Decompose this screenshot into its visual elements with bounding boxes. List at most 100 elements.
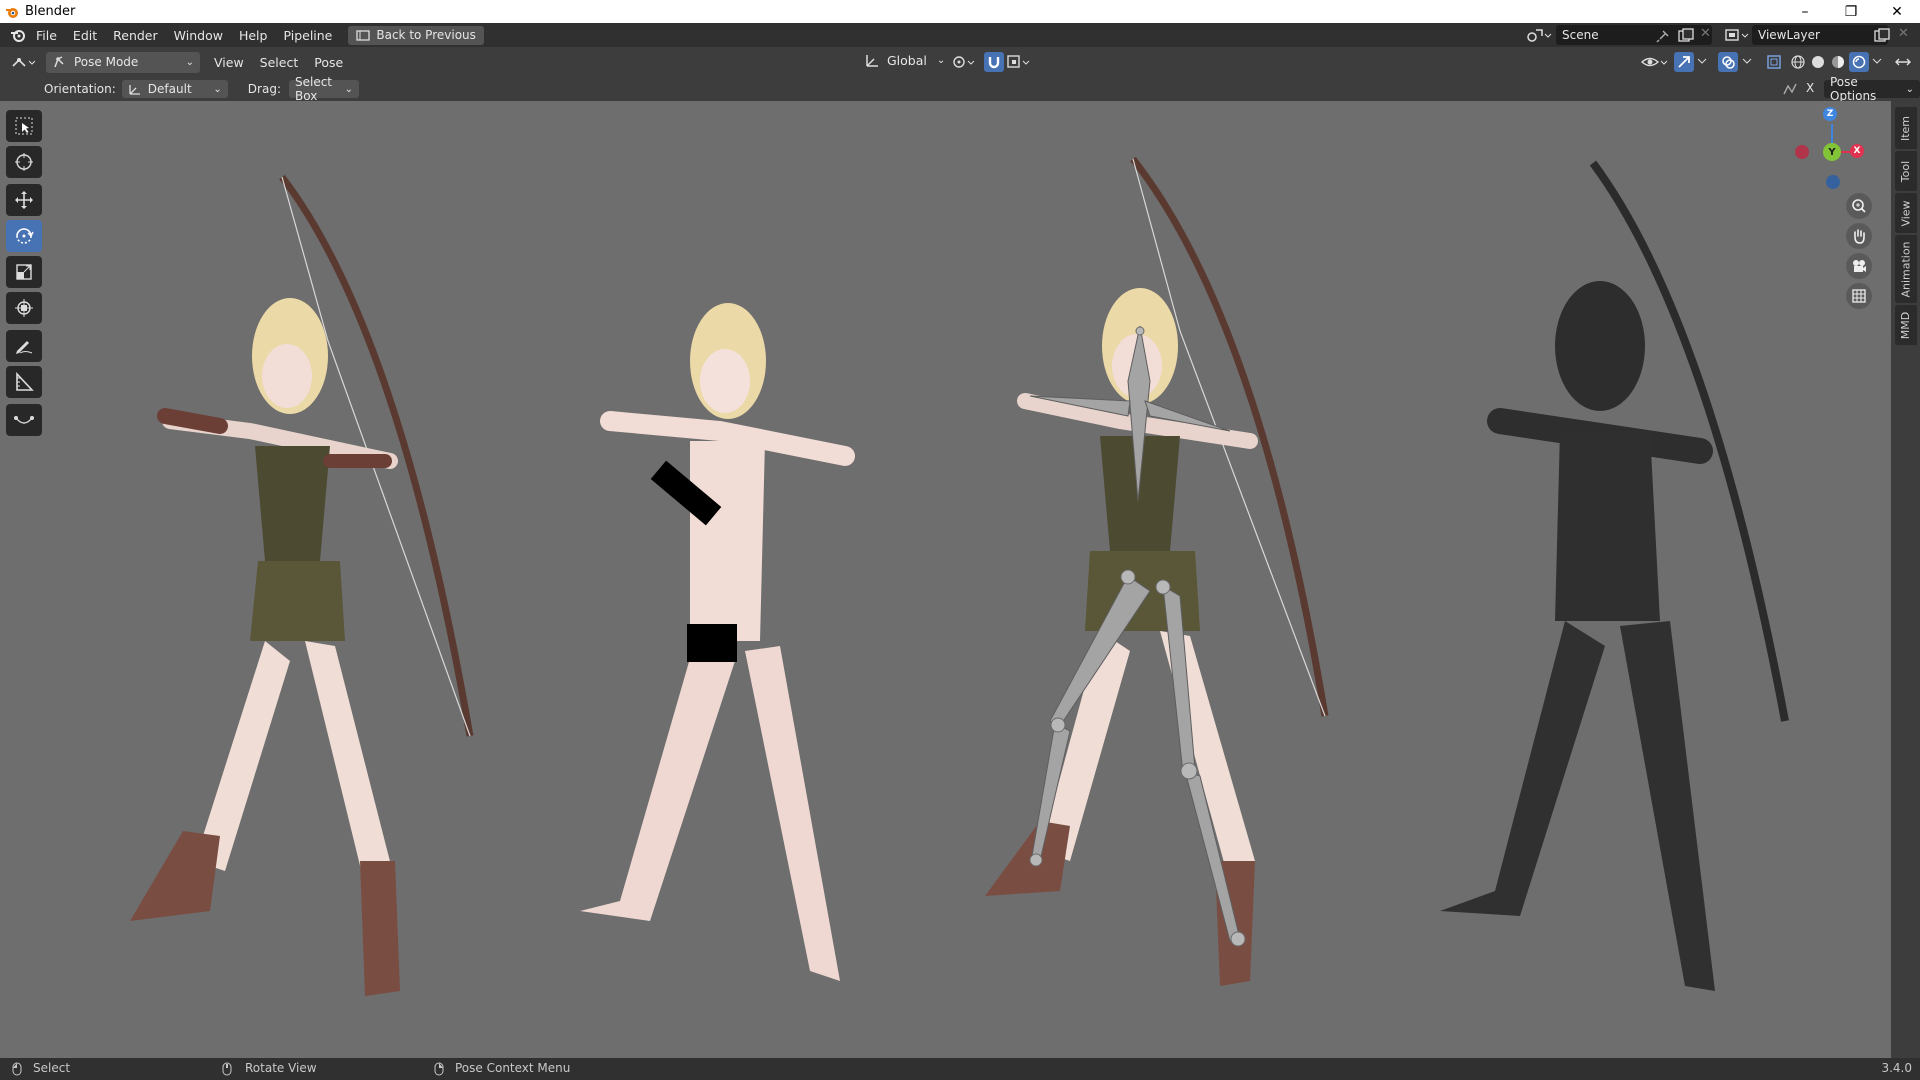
delete-scene-icon[interactable]: ✕ [1700,26,1711,41]
perspective-toggle-button[interactable] [1846,283,1872,309]
zoom-icon [1852,199,1866,213]
menu-pipeline[interactable]: Pipeline [275,28,340,43]
auto-ik-icon[interactable] [1782,82,1798,96]
menu-help[interactable]: Help [231,28,276,43]
rotate-tool[interactable] [6,220,42,252]
status-bar: Select Rotate View Pose Context Menu 3.4… [0,1058,1920,1080]
rendered-shading-toggle[interactable] [1849,52,1869,72]
character-wireframe[interactable] [1440,160,1789,991]
drag-dropdown[interactable]: Select Box ⌄ [288,75,359,103]
gizmo-y-axis[interactable]: Y [1823,143,1841,161]
blender-menu-icon[interactable] [8,27,28,43]
view-layer-selector[interactable]: ViewLayer [1752,25,1888,45]
character-archer-clothed[interactable] [130,174,474,996]
version-label: 3.4.0 [1881,1061,1912,1075]
3d-viewport[interactable]: Z Y X [0,101,1891,1058]
snap-toggle[interactable] [984,52,1004,72]
measure-tool[interactable] [6,366,42,398]
status-context-menu: Pose Context Menu [455,1061,571,1075]
menu-view[interactable]: View [206,55,252,70]
character-archer-armature[interactable] [985,156,1329,986]
tab-mmd[interactable]: MMD [1895,305,1917,345]
material-shading-icon[interactable] [1830,54,1846,70]
visibility-icon[interactable] [1640,53,1670,71]
camera-view-button[interactable] [1846,253,1872,279]
annotate-tool[interactable] [6,330,42,362]
new-scene-icon[interactable] [1678,28,1694,43]
close-window-button[interactable]: ✕ [1874,0,1920,23]
gizmo-icon [1678,56,1690,68]
menu-file[interactable]: File [28,28,65,43]
tab-item-label: Item [1899,115,1913,141]
move-icon [15,191,33,209]
snap-magnet-icon [988,57,1000,69]
drag-field-label: Drag: [247,82,281,96]
solid-shading-icon[interactable] [1810,54,1826,70]
transform-orientation-dropdown[interactable]: Global ⌄ [865,52,945,68]
move-tool[interactable] [6,184,42,216]
chevron-down-icon: ⌄ [1905,83,1914,95]
menu-render[interactable]: Render [105,28,166,43]
pose-options-dropdown[interactable]: Pose Options ⌄ [1824,75,1920,103]
mouse-left-icon [12,1062,22,1076]
menu-window[interactable]: Window [166,28,231,43]
orientation-field-label: Orientation: [44,82,116,96]
tab-view[interactable]: View [1895,193,1917,233]
select-box-tool[interactable] [6,110,42,142]
delete-view-layer-icon[interactable]: ✕ [1898,26,1909,41]
wireframe-shading-icon[interactable] [1790,54,1806,70]
mode-dropdown[interactable]: Pose Mode ⌄ [46,51,200,73]
chevron-down-icon[interactable] [1697,57,1707,65]
cursor-tool[interactable] [6,146,42,178]
orientation-dropdown[interactable]: Default ⌄ [121,80,228,98]
pin-icon[interactable] [1656,29,1670,43]
gizmo-x-axis[interactable]: X [1850,144,1864,158]
scale-tool[interactable] [6,256,42,288]
select-box-icon [15,117,33,135]
tab-animation[interactable]: Animation [1895,235,1917,303]
hand-icon [1854,229,1865,244]
restore-button[interactable]: ❐ [1828,0,1874,23]
chevron-down-icon[interactable] [1872,57,1882,65]
mouse-middle-icon [222,1062,232,1076]
chevron-down-icon[interactable] [1742,57,1752,65]
rotate-icon [16,228,34,244]
menu-edit[interactable]: Edit [65,28,105,43]
navigation-gizmo[interactable]: Z Y X [1786,107,1864,197]
close-x-label[interactable]: X [1806,81,1814,95]
overlays-toggle[interactable] [1718,52,1738,72]
xray-icon[interactable] [1766,54,1782,70]
chevron-down-icon: ⌄ [213,83,222,95]
transform-tool[interactable] [6,292,42,324]
top-menu-bar: File Edit Render Window Help Pipeline Ba… [0,23,1920,47]
gizmo-neg-z-axis[interactable] [1826,175,1840,189]
pan-button[interactable] [1846,223,1872,249]
menu-select[interactable]: Select [252,55,307,70]
chevron-down-icon: ⌄ [344,83,353,95]
character-base-body[interactable] [580,303,855,981]
scene-icon[interactable] [1526,27,1552,43]
gizmo-neg-x-axis[interactable] [1795,145,1809,159]
censor-bar-hip [687,624,737,662]
overlays-icon [1722,56,1735,69]
sidebar-toggle-icon[interactable] [1894,55,1912,69]
new-view-layer-icon[interactable] [1874,28,1890,43]
pivot-point-icon[interactable] [951,53,979,71]
minimize-button[interactable]: – [1782,0,1828,23]
editor-type-icon[interactable] [10,53,40,71]
scale-icon [16,264,32,280]
back-to-previous-button[interactable]: Back to Previous [348,25,484,45]
viewport-menus: View Select Pose [206,55,351,70]
view-layer-icon[interactable] [1724,27,1750,43]
tab-tool[interactable]: Tool [1895,151,1917,191]
viewport-scene[interactable] [0,101,1891,1058]
menu-pose[interactable]: Pose [306,55,351,70]
snap-target-icon[interactable] [1006,53,1034,71]
gizmo-z-axis[interactable]: Z [1823,107,1837,121]
tab-item[interactable]: Item [1895,107,1917,149]
zoom-button[interactable] [1846,193,1872,219]
global-orientation-icon [866,55,878,67]
bone-tool[interactable] [6,404,42,436]
gizmo-toggle[interactable] [1674,52,1694,72]
blender-logo-icon [6,7,18,18]
